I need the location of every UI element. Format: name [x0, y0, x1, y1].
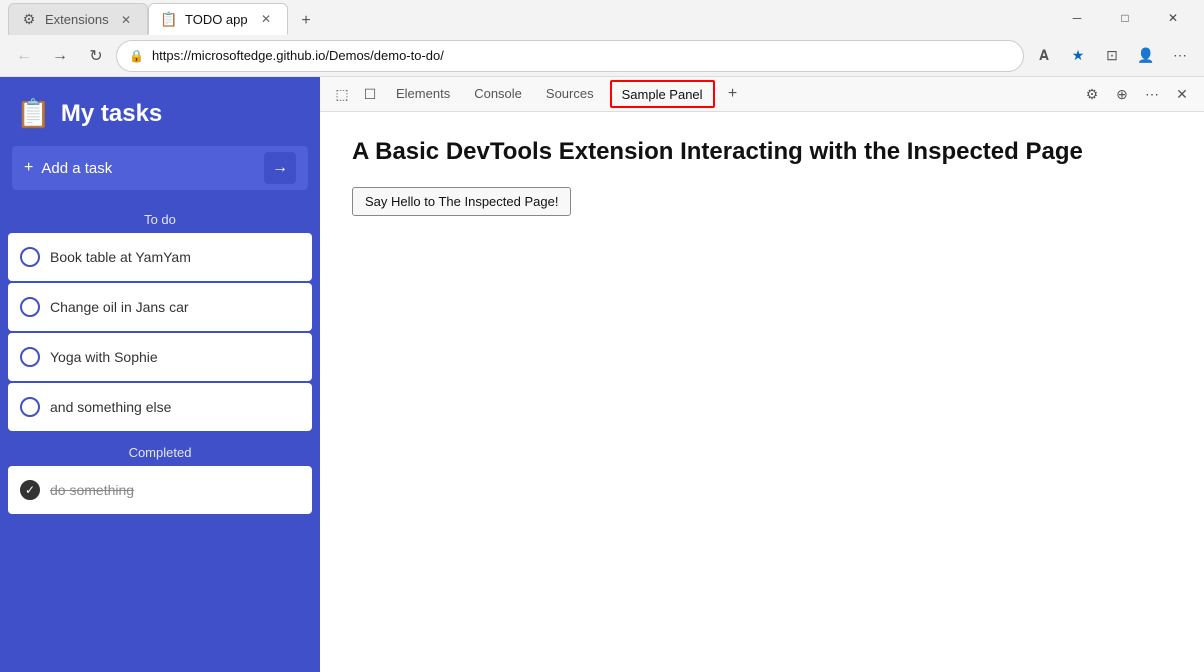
new-tab-button[interactable]: +	[292, 7, 320, 35]
completed-section-label: Completed	[0, 439, 320, 466]
todo-tab-label: TODO app	[185, 12, 249, 27]
task-item[interactable]: Change oil in Jans car	[8, 283, 312, 331]
add-task-arrow-button[interactable]: →	[264, 152, 296, 184]
task-checkbox-2[interactable]	[20, 347, 40, 367]
todo-header-title: My tasks	[61, 100, 162, 128]
tab-elements[interactable]: Elements	[384, 77, 462, 112]
url-bar[interactable]: 🔒 https://microsoftedge.github.io/Demos/…	[116, 40, 1024, 72]
title-bar: ⚙ Extensions ✕ 📋 TODO app ✕ + ─ □ ✕	[0, 0, 1204, 35]
minimize-button[interactable]: ─	[1054, 2, 1100, 34]
settings-more-button[interactable]: ⋯	[1164, 40, 1196, 72]
devtools-tabs: Elements Console Sources Sample Panel +	[384, 77, 1078, 112]
todo-task-list: Book table at YamYam Change oil in Jans …	[0, 233, 320, 431]
extensions-tab-close[interactable]: ✕	[117, 11, 135, 29]
read-aloud-button[interactable]: 𝐀	[1028, 40, 1060, 72]
tab-bar: ⚙ Extensions ✕ 📋 TODO app ✕ +	[8, 0, 1054, 35]
completed-section: Completed do something	[0, 439, 320, 514]
address-actions: 𝐀 ★ ⊡ 👤 ⋯	[1028, 40, 1196, 72]
add-task-plus-icon: +	[24, 159, 33, 177]
task-checkbox-3[interactable]	[20, 397, 40, 417]
devtools-more-button[interactable]: ⋯	[1138, 80, 1166, 108]
lock-icon: 🔒	[129, 49, 144, 63]
task-text-3: and something else	[50, 399, 171, 415]
task-text-1: Change oil in Jans car	[50, 299, 189, 315]
add-task-input[interactable]: Add a task	[41, 160, 264, 177]
devtools-toolbar: ⬚ ☐ Elements Console Sources Sample Pane…	[320, 77, 1204, 112]
devtools-settings-button[interactable]: ⚙	[1078, 80, 1106, 108]
inspect-element-button[interactable]: ⬚	[328, 80, 356, 108]
profile-button[interactable]: 👤	[1130, 40, 1162, 72]
task-text-0: Book table at YamYam	[50, 249, 191, 265]
device-emulation-button[interactable]: ☐	[356, 80, 384, 108]
devtools-content: A Basic DevTools Extension Interacting w…	[320, 112, 1204, 672]
devtools-close-button[interactable]: ✕	[1168, 80, 1196, 108]
favorites-button[interactable]: ★	[1062, 40, 1094, 72]
main-area: 📋 My tasks + Add a task → To do Book tab…	[0, 77, 1204, 672]
task-checkbox-done-0[interactable]	[20, 480, 40, 500]
address-bar: ← → ↻ 🔒 https://microsoftedge.github.io/…	[0, 35, 1204, 77]
tab-extensions[interactable]: ⚙ Extensions ✕	[8, 3, 148, 35]
task-item[interactable]: Yoga with Sophie	[8, 333, 312, 381]
todo-sidebar: 📋 My tasks + Add a task → To do Book tab…	[0, 77, 320, 672]
task-item[interactable]: and something else	[8, 383, 312, 431]
extensions-tab-label: Extensions	[45, 12, 109, 27]
task-text-done-0: do something	[50, 482, 134, 498]
completed-task-list: do something	[0, 466, 320, 514]
refresh-button[interactable]: ↻	[80, 40, 112, 72]
completed-task-item[interactable]: do something	[8, 466, 312, 514]
task-checkbox-0[interactable]	[20, 247, 40, 267]
devtools-heading: A Basic DevTools Extension Interacting w…	[352, 136, 1172, 167]
task-item[interactable]: Book table at YamYam	[8, 233, 312, 281]
task-text-2: Yoga with Sophie	[50, 349, 158, 365]
devtools-panel: ⬚ ☐ Elements Console Sources Sample Pane…	[320, 77, 1204, 672]
tab-sources[interactable]: Sources	[534, 77, 606, 112]
todo-section-label: To do	[0, 206, 320, 233]
devtools-connect-button[interactable]: ⊕	[1108, 80, 1136, 108]
maximize-button[interactable]: □	[1102, 2, 1148, 34]
tab-console[interactable]: Console	[462, 77, 534, 112]
tab-sample-panel[interactable]: Sample Panel	[610, 80, 715, 108]
browser-window: ⚙ Extensions ✕ 📋 TODO app ✕ + ─ □ ✕ ← → …	[0, 0, 1204, 672]
todo-header-icon: 📋	[16, 97, 51, 130]
forward-button[interactable]: →	[44, 40, 76, 72]
url-text: https://microsoftedge.github.io/Demos/de…	[152, 48, 1011, 63]
todo-header: 📋 My tasks	[0, 77, 320, 146]
close-button[interactable]: ✕	[1150, 2, 1196, 34]
extensions-tab-icon: ⚙	[21, 12, 37, 28]
add-task-bar[interactable]: + Add a task →	[12, 146, 308, 190]
task-checkbox-1[interactable]	[20, 297, 40, 317]
collections-button[interactable]: ⊡	[1096, 40, 1128, 72]
devtools-right-actions: ⚙ ⊕ ⋯ ✕	[1078, 80, 1196, 108]
add-devtools-tab-button[interactable]: +	[719, 80, 747, 108]
todo-tab-icon: 📋	[161, 11, 177, 27]
back-button[interactable]: ←	[8, 40, 40, 72]
tab-todo-app[interactable]: 📋 TODO app ✕	[148, 3, 288, 35]
say-hello-button[interactable]: Say Hello to The Inspected Page!	[352, 187, 571, 216]
window-controls: ─ □ ✕	[1054, 2, 1196, 34]
todo-tab-close[interactable]: ✕	[257, 10, 275, 28]
